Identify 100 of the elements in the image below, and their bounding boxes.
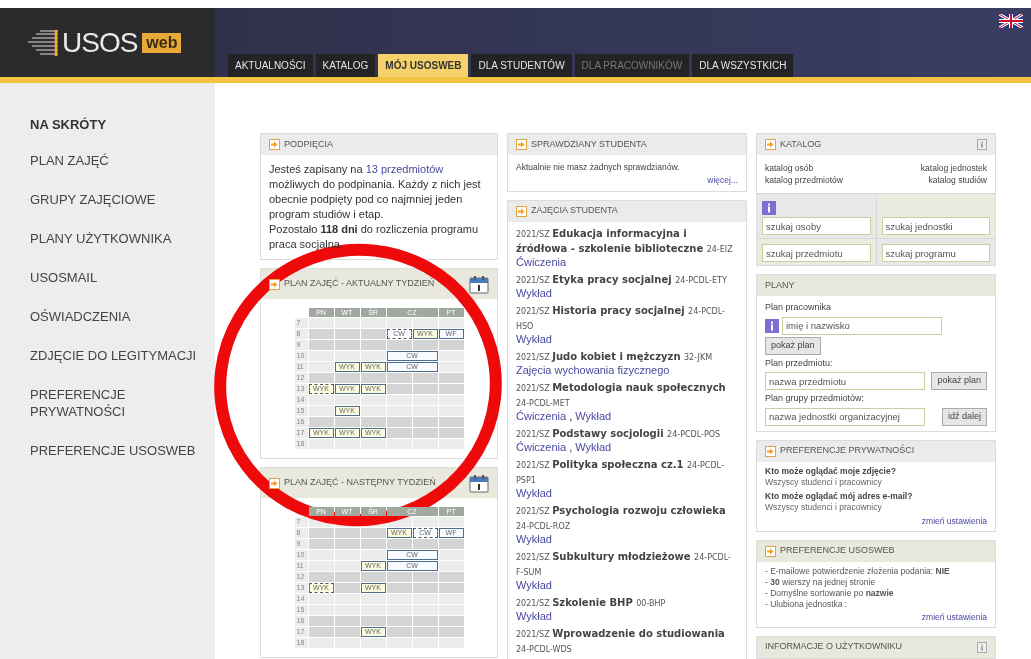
panel-title: KATALOG (780, 137, 823, 151)
class-title: 2021/SZ Edukacja informacyjna i źródłowa - szkolenie biblioteczne 24-EIZ (516, 226, 734, 256)
expand-arrow-icon[interactable] (765, 445, 776, 457)
privacy-answer: Wszyscy studenci i pracownicy (765, 476, 883, 488)
sidebar-link[interactable]: USOSMAIL (30, 269, 202, 286)
class-title: 2021/SZ Szkolenie BHP 00-BHP (516, 595, 667, 610)
nav-tab[interactable]: AKTUALNOŚCI (228, 54, 313, 77)
more-link[interactable]: więcej... (707, 173, 738, 187)
sidebar-link[interactable]: GRUPY ZAJĘCIOWE (30, 191, 202, 208)
class-title: 2021/SZ Podstawy socjologii 24-PCDL-POS (516, 426, 722, 441)
logo[interactable]: USOS web (0, 8, 215, 77)
class-title: 2021/SZ Metodologia nauk społecznych 24-PCDL-MET (516, 380, 727, 410)
panel-title: PREFERENCJE PRYWATNOŚCI (780, 444, 916, 458)
subjects-link[interactable]: 13 przedmiotów (365, 163, 444, 175)
calendar-icon[interactable] (469, 274, 489, 294)
class-title: 2021/SZ Judo kobiet i mężczyzn 32-JKM (516, 349, 714, 364)
class-title: 2021/SZ Historia pracy socjalnej 24-PCDL-HSO (516, 303, 726, 333)
sidebar-link[interactable]: PREFERENCJE PRYWATNOŚCI (30, 386, 202, 420)
class-type-link[interactable]: Wykład (516, 609, 552, 622)
class-title: 2021/SZ Etyka pracy socjalnej 24-PCDL-ETY (516, 272, 728, 287)
panel-title: PLAN ZAJĘĆ - AKTUALNY TYDZIEŃ (284, 277, 436, 291)
class-type-link[interactable]: Wykład (516, 532, 552, 545)
class-type-link[interactable]: Wykład (516, 486, 552, 499)
panel-title: SPRAWDZIANY STUDENTA (531, 137, 648, 151)
info-icon[interactable] (762, 201, 776, 215)
info-icon[interactable] (977, 641, 987, 653)
class-type-link[interactable]: Ćwiczenia (516, 440, 567, 453)
field-label: Plan pracownika (765, 301, 833, 314)
sidebar-link[interactable]: PLANY UŻYTKOWNIKA (30, 230, 202, 247)
expand-arrow-icon[interactable] (765, 545, 776, 557)
class-type-link[interactable]: Wykład (516, 332, 552, 345)
panel-title: INFORMACJE O UŻYTKOWNIKU (765, 640, 903, 654)
catalog-link[interactable]: katalog osób (765, 162, 876, 174)
class-type-link[interactable]: Wykład (575, 440, 612, 453)
class-title: 2021/SZ Polityka społeczna cz.1 24-PCDL-PSP1 (516, 457, 725, 487)
class-title: 2021/SZ Wprowadzenie do studiowania 24-PCDL-WDS (516, 626, 726, 656)
panel-title: PREFERENCJE USOSWEB (780, 544, 896, 558)
class-type-link[interactable]: Wykład (516, 578, 552, 591)
privacy-answer: Wszyscy studenci i pracownicy (765, 501, 883, 513)
search-field[interactable]: imię i nazwisko (782, 316, 942, 335)
action-button[interactable]: pokaż plan (765, 336, 821, 355)
sidebar-link[interactable]: PREFERENCJE USOSWEB (30, 442, 202, 459)
empty-message: Aktualnie nie masz żadnych sprawdzianów. (516, 161, 681, 174)
class-type-link[interactable]: Ćwiczenia (516, 255, 567, 268)
privacy-question: Kto może oglądać moje zdjęcie? (765, 465, 897, 477)
class-type-link[interactable]: Zajęcia wychowania fizycznego (516, 363, 670, 376)
logo-text: USOS (62, 28, 138, 57)
expand-arrow-icon[interactable] (516, 139, 527, 150)
search-field[interactable]: szukaj programu (881, 244, 990, 262)
expand-arrow-icon[interactable] (765, 139, 776, 150)
enrollment-text: Jesteś zapisany na 13 przedmiotów możliwych do podpinania. Każdy z nich jest obecnie podpięty pod co najmniej jeden program studiów i etap. (269, 162, 482, 222)
nav-tab[interactable]: DLA WSZYSTKICH (692, 54, 794, 77)
sidebar-link[interactable]: ZDJĘCIE DO LEGITYMACJI (30, 347, 202, 364)
preference-line: - Ulubiona jednostka : (765, 598, 849, 610)
settings-link[interactable]: zmień ustawienia (921, 611, 987, 623)
catalog-link[interactable]: katalog jednostek (876, 162, 987, 174)
expand-arrow-icon[interactable] (269, 139, 280, 150)
catalog-link[interactable]: katalog studiów (876, 174, 987, 186)
sidebar-link[interactable]: PLAN ZAJĘĆ (30, 152, 202, 169)
search-field[interactable]: nazwa jednostki organizacyjnej (765, 407, 925, 426)
class-type-link[interactable]: Wykład (516, 286, 552, 299)
class-type-link[interactable]: Ćwiczenia (516, 409, 567, 422)
book-pages-icon (26, 27, 60, 58)
search-field[interactable]: szukaj osoby (762, 217, 871, 235)
field-label: Plan przedmiotu: (765, 356, 834, 370)
action-button[interactable]: idź dalej (941, 407, 987, 426)
info-icon[interactable] (977, 139, 987, 150)
preference-line: - Domyślne sortowanie po nazwie (765, 587, 895, 599)
catalog-link[interactable]: katalog przedmiotów (765, 174, 876, 186)
search-field[interactable]: nazwa przedmiotu (765, 372, 925, 390)
search-field[interactable]: szukaj jednostki (881, 217, 990, 235)
nav-tab[interactable]: KATALOG (315, 54, 376, 77)
expand-arrow-icon[interactable] (269, 278, 280, 290)
remaining-days-text: Pozostało 118 dni do rozliczenia programu praca socjalna. (269, 222, 480, 252)
preference-line: - 30 wierszy na jednej stronie (765, 576, 877, 588)
info-icon[interactable] (765, 318, 779, 333)
separator-comma: , (568, 440, 574, 453)
action-button[interactable]: pokaż plan (931, 372, 987, 390)
separator-comma: , (568, 409, 574, 422)
class-title: 2021/SZ Subkultury młodzieżowe 24-PCDL-F-SUM (516, 549, 732, 579)
class-type-link[interactable]: Wykład (575, 409, 612, 422)
panel-title: PLANY (765, 278, 796, 292)
search-field[interactable]: szukaj przedmiotu (762, 244, 871, 262)
class-title: 2021/SZ Psychologia rozwoju człowieka 24-PCDL-ROZ (516, 503, 727, 533)
expand-arrow-icon[interactable] (269, 477, 280, 489)
english-flag-icon[interactable] (999, 14, 1023, 28)
sidebar-title: NA SKRÓTY (30, 117, 108, 133)
field-label: Plan grupy przedmiotów: (765, 392, 866, 405)
nav-tab[interactable]: DLA STUDENTÓW (471, 54, 572, 77)
privacy-question: Kto może oglądać mój adres e-mail? (765, 490, 914, 502)
panel-title: PODPIĘCIA (284, 137, 334, 151)
calendar-icon[interactable] (469, 473, 489, 493)
sidebar-link[interactable]: OŚWIADCZENIA (30, 308, 202, 325)
panel-title: ZAJĘCIA STUDENTA (531, 204, 619, 218)
nav-tab[interactable]: MÓJ USOSWEB (378, 54, 469, 77)
panel-title: PLAN ZAJĘĆ - NASTĘPNY TYDZIEŃ (284, 476, 437, 490)
expand-arrow-icon[interactable] (516, 205, 527, 217)
settings-link[interactable]: zmień ustawienia (921, 515, 987, 527)
preference-line: - E-mailowe potwierdzenie złożenia podania: NIE (765, 565, 951, 577)
logo-badge: web (142, 32, 182, 53)
